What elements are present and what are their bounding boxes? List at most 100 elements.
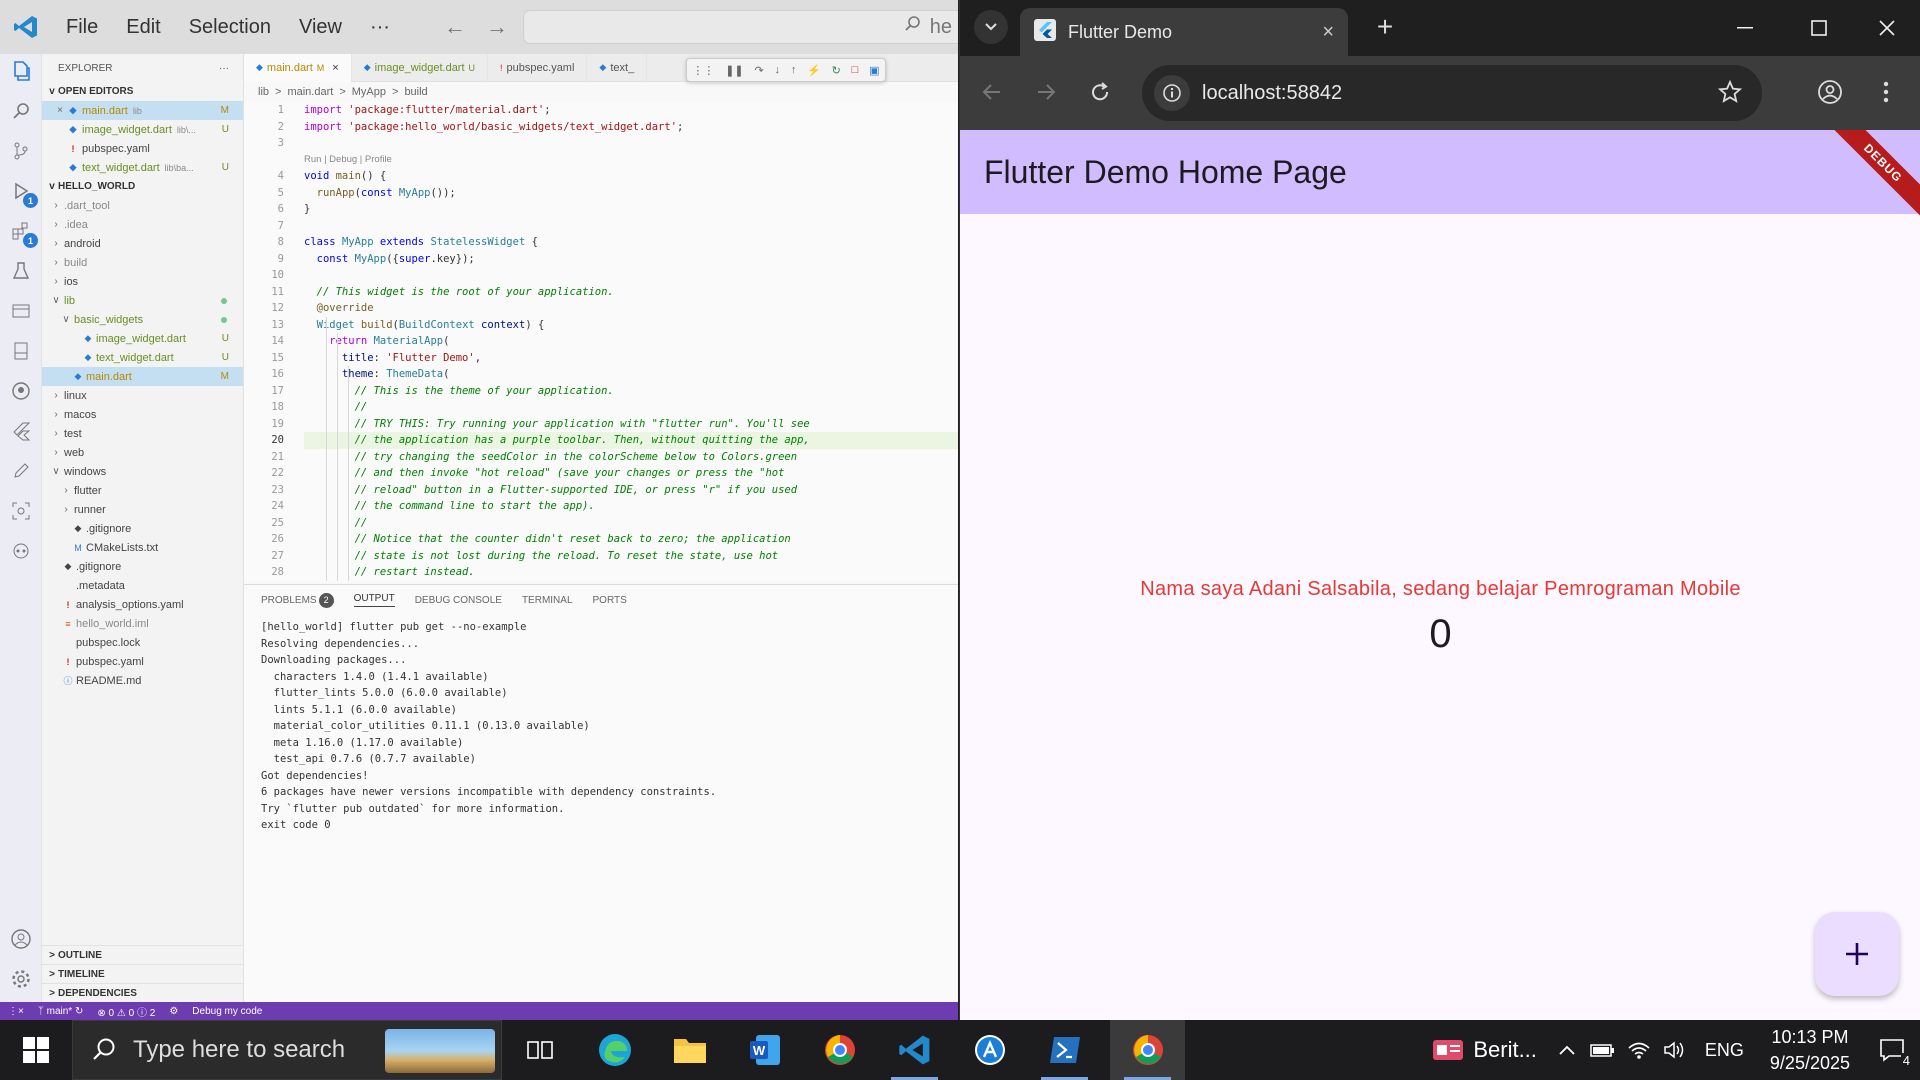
command-center-search[interactable]: he bbox=[523, 10, 958, 44]
edge-icon[interactable] bbox=[577, 1020, 652, 1080]
tree-item[interactable]: › android bbox=[42, 234, 243, 253]
close-editor-icon[interactable]: × bbox=[54, 105, 66, 116]
hot-reload-icon[interactable]: ⚡ bbox=[807, 64, 821, 77]
search-view-icon[interactable] bbox=[8, 98, 34, 124]
inspector-icon[interactable]: ▣ bbox=[869, 64, 879, 77]
open-editor-item[interactable]: ◆ image_widget.dart lib\... U bbox=[42, 120, 243, 139]
volume-icon[interactable] bbox=[1657, 1020, 1693, 1080]
menu-edit[interactable]: Edit bbox=[112, 0, 174, 54]
notebook-icon[interactable] bbox=[8, 338, 34, 364]
powershell-icon[interactable] bbox=[1027, 1020, 1102, 1080]
app-store-icon[interactable] bbox=[952, 1020, 1027, 1080]
tab-output[interactable]: OUTPUT bbox=[353, 593, 395, 607]
edit-icon[interactable] bbox=[8, 458, 34, 484]
tree-item[interactable]: ∨ basic_widgets bbox=[42, 310, 243, 329]
site-info-icon[interactable] bbox=[1154, 75, 1190, 111]
project-header[interactable]: v HELLO_WORLD bbox=[42, 177, 243, 196]
menu-file[interactable]: File bbox=[52, 0, 112, 54]
tree-item[interactable]: › ios bbox=[42, 272, 243, 291]
step-into-icon[interactable]: ↓ bbox=[775, 64, 781, 76]
open-editor-item[interactable]: ! pubspec.yaml bbox=[42, 139, 243, 158]
tree-item[interactable]: ⓘ README.md bbox=[42, 671, 243, 690]
tree-item[interactable]: › web bbox=[42, 443, 243, 462]
tree-item[interactable]: ◆ main.dart M bbox=[42, 367, 243, 386]
task-view-icon[interactable] bbox=[502, 1020, 577, 1080]
outline-section[interactable]: > OUTLINE bbox=[42, 945, 244, 964]
restart-icon[interactable]: ↻ bbox=[832, 64, 841, 77]
word-icon[interactable]: W bbox=[727, 1020, 802, 1080]
tree-item[interactable]: M CMakeLists.txt bbox=[42, 538, 243, 557]
reload-icon[interactable] bbox=[1082, 74, 1118, 110]
tab-close-icon[interactable]: × bbox=[1322, 21, 1334, 44]
tab-terminal[interactable]: TERMINAL bbox=[522, 595, 573, 606]
screenshot-icon[interactable] bbox=[8, 498, 34, 524]
testing-icon[interactable] bbox=[8, 258, 34, 284]
breadcrumb-item[interactable]: build bbox=[404, 86, 427, 98]
pause-icon[interactable]: ❚❚ bbox=[725, 64, 743, 77]
code-lens[interactable]: Run | Debug | Profile bbox=[304, 154, 392, 165]
new-tab-button[interactable]: + bbox=[1370, 11, 1400, 42]
menu-view[interactable]: View bbox=[285, 0, 356, 54]
tree-item[interactable]: ≡ hello_world.iml bbox=[42, 614, 243, 633]
start-windows-icon[interactable] bbox=[0, 1020, 72, 1080]
bookmark-star-icon[interactable] bbox=[1717, 79, 1743, 109]
language-indicator[interactable]: ENG bbox=[1693, 1040, 1756, 1061]
open-editor-item[interactable]: × ◆ main.dart lib M bbox=[42, 101, 243, 120]
debug-config-item[interactable]: Debug my code bbox=[192, 1006, 262, 1017]
tree-item[interactable]: ∨ lib bbox=[42, 291, 243, 310]
settings-gear-icon[interactable] bbox=[8, 966, 34, 992]
vscode-taskbar-icon[interactable] bbox=[877, 1020, 952, 1080]
remote-explorer-icon[interactable] bbox=[8, 298, 34, 324]
nav-forward-icon[interactable]: → bbox=[486, 14, 508, 40]
tree-item[interactable]: › .dart_tool bbox=[42, 196, 243, 215]
tree-item[interactable]: ∨ windows bbox=[42, 462, 243, 481]
tab-search-button[interactable] bbox=[974, 10, 1008, 44]
remote-icon[interactable]: ⋮× bbox=[8, 1006, 24, 1017]
increment-fab-button[interactable] bbox=[1815, 912, 1899, 996]
chrome-menu-icon[interactable] bbox=[1868, 74, 1904, 110]
open-editors-header[interactable]: v OPEN EDITORS bbox=[42, 82, 243, 101]
address-bar[interactable]: localhost:58842 bbox=[1142, 65, 1762, 121]
file-explorer-icon[interactable] bbox=[652, 1020, 727, 1080]
notification-center-icon[interactable]: 4 bbox=[1864, 1020, 1920, 1080]
run-debug-icon[interactable]: 1 bbox=[8, 178, 38, 208]
copilot-icon[interactable] bbox=[8, 538, 34, 564]
tree-item[interactable]: ◆ text_widget.dart U bbox=[42, 348, 243, 367]
debug-icon[interactable]: ⚙ bbox=[169, 1006, 178, 1017]
github-icon[interactable] bbox=[8, 378, 34, 404]
tab-close-icon[interactable]: × bbox=[332, 62, 338, 74]
extensions-icon[interactable]: 1 bbox=[8, 218, 38, 248]
tree-item[interactable]: › .idea bbox=[42, 215, 243, 234]
chrome-taskbar-icon[interactable] bbox=[1110, 1020, 1185, 1080]
problems-item[interactable]: ⊗ 0 ⚠ 0 ⓘ 2 bbox=[97, 1004, 155, 1019]
battery-icon[interactable] bbox=[1585, 1020, 1621, 1080]
explorer-icon[interactable] bbox=[8, 58, 34, 84]
step-over-icon[interactable]: ↷ bbox=[754, 64, 763, 77]
breadcrumb-item[interactable]: main.dart bbox=[287, 86, 333, 98]
back-icon[interactable] bbox=[974, 74, 1010, 110]
tree-item[interactable]: ◆ image_widget.dart U bbox=[42, 329, 243, 348]
show-hidden-icons[interactable] bbox=[1549, 1020, 1585, 1080]
nav-back-icon[interactable]: ← bbox=[444, 14, 466, 40]
maximize-button[interactable] bbox=[1794, 8, 1844, 48]
account-icon[interactable] bbox=[8, 926, 34, 952]
tree-item[interactable]: › build bbox=[42, 253, 243, 272]
tree-item[interactable]: ! pubspec.yaml bbox=[42, 652, 243, 671]
tree-item[interactable]: ! analysis_options.yaml bbox=[42, 595, 243, 614]
stop-icon[interactable]: □ bbox=[852, 64, 859, 76]
drag-handle-icon[interactable]: ⋮⋮ bbox=[692, 64, 714, 77]
tree-item[interactable]: › test bbox=[42, 424, 243, 443]
branch-item[interactable]: ᛉ main* ↻ bbox=[38, 1006, 84, 1017]
tree-item[interactable]: › macos bbox=[42, 405, 243, 424]
close-window-button[interactable] bbox=[1862, 8, 1912, 48]
tree-item[interactable]: .metadata bbox=[42, 576, 243, 595]
editor-tab[interactable]: ◆ text_ bbox=[587, 53, 648, 82]
tab-problems[interactable]: PROBLEMS 2 bbox=[261, 592, 334, 608]
explorer-more-icon[interactable]: ··· bbox=[219, 63, 229, 74]
taskbar-search-box[interactable]: Type here to search bbox=[72, 1020, 502, 1080]
tree-item[interactable]: › flutter bbox=[42, 481, 243, 500]
tab-debug-console[interactable]: DEBUG CONSOLE bbox=[415, 595, 502, 606]
code-editor[interactable]: 1 import 'package:flutter/material.dart';… bbox=[244, 102, 958, 582]
browser-tab[interactable]: Flutter Demo × bbox=[1020, 8, 1348, 56]
tree-item[interactable]: › runner bbox=[42, 500, 243, 519]
